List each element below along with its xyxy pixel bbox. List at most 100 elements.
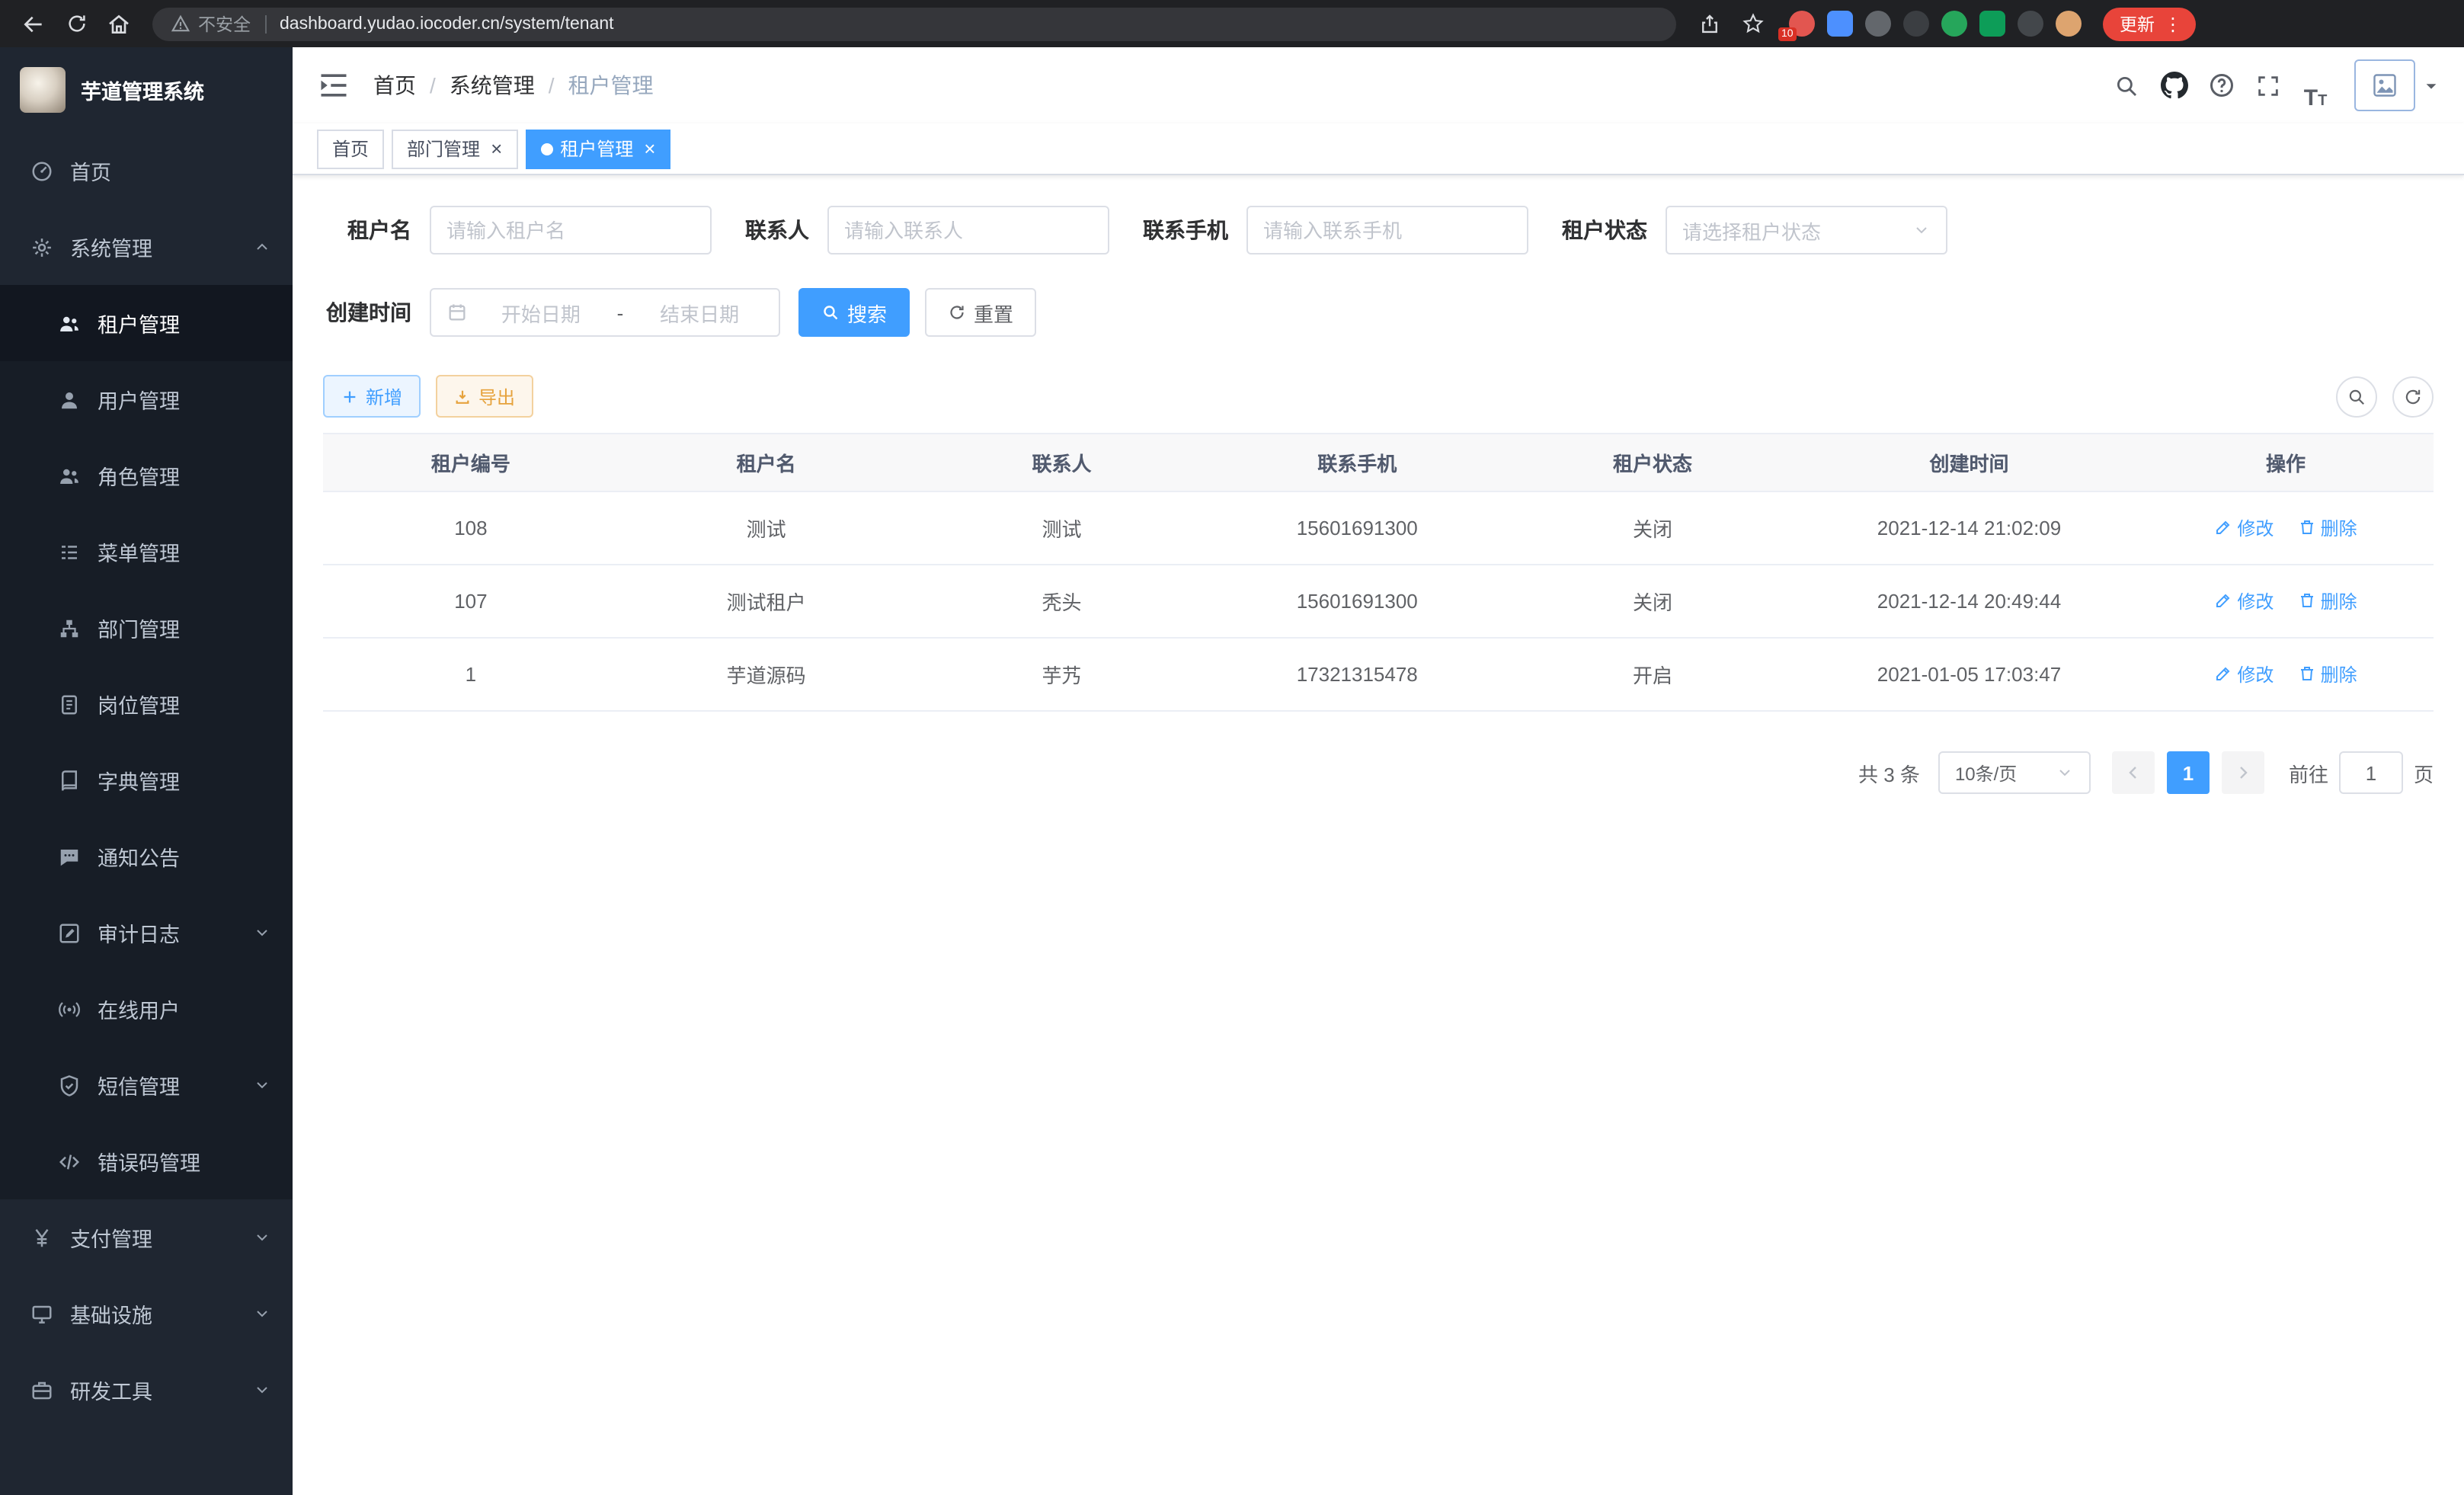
- user-avatar[interactable]: [2354, 59, 2415, 111]
- chevron-down-icon: [253, 1381, 271, 1399]
- sidebar-item-tenant[interactable]: 租户管理: [0, 285, 293, 361]
- sidebar-item-error-code[interactable]: 错误码管理: [0, 1123, 293, 1199]
- edit-link[interactable]: 修改: [2214, 588, 2274, 614]
- caret-down-icon[interactable]: [2423, 77, 2440, 94]
- puzzle-extensions-icon[interactable]: [2018, 11, 2043, 37]
- sidebar-item-sms[interactable]: 短信管理: [0, 1047, 293, 1123]
- bookmark-star-icon[interactable]: [1734, 5, 1771, 42]
- breadcrumb-home[interactable]: 首页: [373, 70, 416, 101]
- back-icon[interactable]: [15, 5, 52, 42]
- delete-link[interactable]: 删除: [2298, 515, 2357, 541]
- phone-input[interactable]: [1246, 206, 1528, 255]
- kebab-menu-icon[interactable]: ⋮: [2159, 13, 2188, 34]
- extension-icon[interactable]: [1979, 11, 2005, 37]
- tab-dept[interactable]: 部门管理 ×: [392, 129, 517, 168]
- sidebar-item-user[interactable]: 用户管理: [0, 361, 293, 437]
- toggle-search-button[interactable]: [2336, 376, 2377, 417]
- table-row: 107 测试租户 秃头 15601691300 关闭 2021-12-14 20…: [323, 565, 2434, 638]
- sidebar-item-dept[interactable]: 部门管理: [0, 590, 293, 666]
- top-navbar: 首页 / 系统管理 / 租户管理 TT: [293, 47, 2464, 123]
- chevron-left-icon: [2124, 764, 2142, 782]
- sidebar-item-menu[interactable]: 菜单管理: [0, 514, 293, 590]
- cell-tenant-name: 测试租户: [619, 565, 914, 638]
- phone-input-field[interactable]: [1263, 219, 1512, 242]
- sidebar-item-system[interactable]: 系统管理: [0, 209, 293, 285]
- sidebar-item-audit-log[interactable]: 审计日志: [0, 895, 293, 971]
- pencil-icon: [2214, 665, 2232, 683]
- extension-icon[interactable]: [1941, 11, 1967, 37]
- breadcrumb-system[interactable]: 系统管理: [450, 70, 535, 101]
- extension-icon[interactable]: [1903, 11, 1929, 37]
- help-icon[interactable]: [2197, 62, 2245, 109]
- goto-page-input-field[interactable]: [2347, 761, 2395, 784]
- edit-link[interactable]: 修改: [2214, 661, 2274, 687]
- tenant-name-input[interactable]: [430, 206, 712, 255]
- extension-icon[interactable]: 10: [1789, 11, 1815, 37]
- delete-link[interactable]: 删除: [2298, 588, 2357, 614]
- address-bar[interactable]: 不安全 dashboard.yudao.iocoder.cn/system/te…: [152, 7, 1676, 40]
- contact-input-field[interactable]: [844, 219, 1093, 242]
- status-select[interactable]: 请选择租户状态: [1666, 206, 1947, 255]
- share-icon[interactable]: [1691, 5, 1728, 42]
- menu-list-icon: [58, 540, 81, 563]
- goto-page-input[interactable]: [2339, 751, 2403, 794]
- tab-home[interactable]: 首页: [317, 129, 384, 168]
- date-start-placeholder: 开始日期: [477, 298, 605, 327]
- prev-page-button[interactable]: [2112, 751, 2155, 794]
- reset-button-label: 重置: [974, 298, 1013, 327]
- tenant-name-input-field[interactable]: [446, 219, 695, 242]
- sidebar-item-notice[interactable]: 通知公告: [0, 818, 293, 895]
- cell-tenant-name: 测试: [619, 491, 914, 565]
- sidebar-fold-icon[interactable]: [317, 69, 350, 102]
- contact-input[interactable]: [827, 206, 1109, 255]
- sidebar-menu: 首页 系统管理 租户管理 用户管理 角色管理: [0, 133, 293, 1428]
- tab-label: 租户管理: [560, 136, 633, 162]
- sidebar-item-post[interactable]: 岗位管理: [0, 666, 293, 742]
- sidebar-item-infra[interactable]: 基础设施: [0, 1276, 293, 1352]
- page-number-button[interactable]: 1: [2167, 751, 2210, 794]
- badge-icon: [58, 693, 81, 715]
- reload-icon[interactable]: [58, 5, 94, 42]
- update-label: 更新: [2120, 11, 2155, 36]
- sidebar-item-label: 角色管理: [98, 460, 180, 491]
- message-icon: [58, 845, 81, 868]
- screen: 不安全 dashboard.yudao.iocoder.cn/system/te…: [0, 0, 2464, 1495]
- reset-button[interactable]: 重置: [925, 288, 1036, 337]
- tab-close-icon[interactable]: ×: [491, 139, 502, 158]
- github-icon[interactable]: [2150, 62, 2197, 109]
- people-icon: [58, 312, 81, 335]
- add-button[interactable]: 新增: [323, 375, 421, 418]
- sidebar-item-label: 租户管理: [98, 308, 180, 338]
- fullscreen-icon[interactable]: [2245, 62, 2292, 109]
- tab-close-icon[interactable]: ×: [644, 139, 655, 158]
- extension-icon[interactable]: [1827, 11, 1853, 37]
- home-icon[interactable]: [101, 5, 137, 42]
- date-range-picker[interactable]: 开始日期 - 结束日期: [430, 288, 780, 337]
- table-refresh-button[interactable]: [2392, 376, 2434, 417]
- header-search-icon[interactable]: [2103, 62, 2150, 109]
- sidebar-item-home[interactable]: 首页: [0, 133, 293, 209]
- search-button[interactable]: 搜索: [798, 288, 910, 337]
- sidebar-item-pay[interactable]: 支付管理: [0, 1199, 293, 1276]
- cell-create-time: 2021-12-14 20:49:44: [1800, 565, 2138, 638]
- chevron-down-icon: [1912, 221, 1931, 239]
- next-page-button[interactable]: [2222, 751, 2264, 794]
- sidebar-item-role[interactable]: 角色管理: [0, 437, 293, 514]
- edit-link[interactable]: 修改: [2214, 515, 2274, 541]
- profile-avatar[interactable]: [2056, 11, 2082, 37]
- app-logo[interactable]: 芋道管理系统: [0, 47, 293, 133]
- broken-image-icon: [2371, 72, 2398, 99]
- pencil-icon: [2214, 592, 2232, 610]
- delete-link[interactable]: 删除: [2298, 661, 2357, 687]
- font-size-icon[interactable]: TT: [2292, 62, 2339, 109]
- sidebar-item-dev-tool[interactable]: 研发工具: [0, 1352, 293, 1428]
- export-button[interactable]: 导出: [436, 375, 533, 418]
- filter-status: 租户状态 请选择租户状态: [1562, 206, 1947, 255]
- extension-icon[interactable]: [1865, 11, 1891, 37]
- not-secure-warning[interactable]: 不安全: [171, 11, 251, 36]
- tab-tenant[interactable]: 租户管理 ×: [525, 129, 670, 168]
- chrome-update-button[interactable]: 更新 ⋮: [2103, 7, 2196, 40]
- sidebar-item-online-user[interactable]: 在线用户: [0, 971, 293, 1047]
- page-size-select[interactable]: 10条/页: [1938, 751, 2091, 794]
- sidebar-item-dict[interactable]: 字典管理: [0, 742, 293, 818]
